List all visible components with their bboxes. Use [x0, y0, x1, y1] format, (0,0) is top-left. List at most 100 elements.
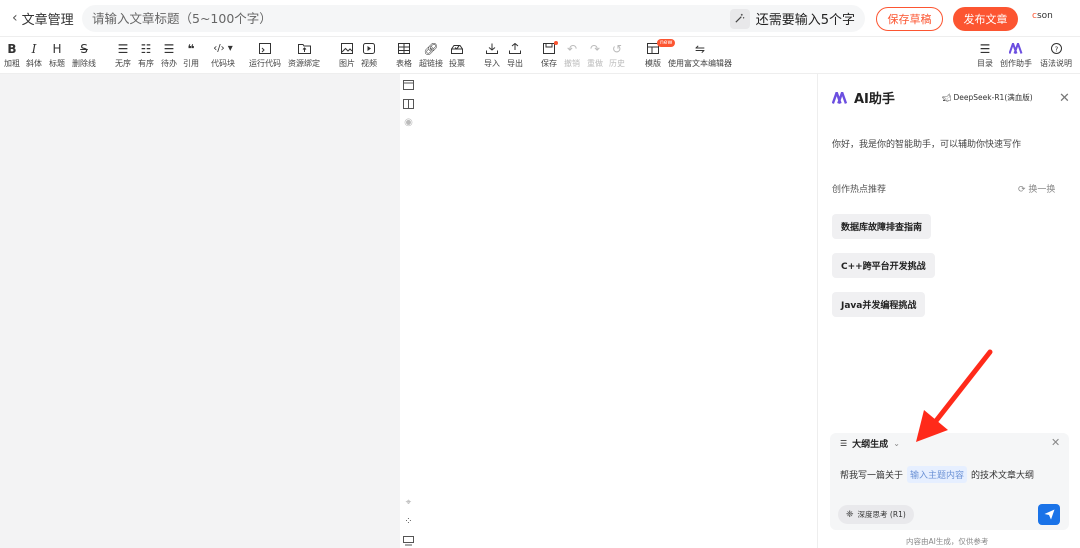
todo-list-icon: ☰ [163, 41, 175, 56]
bold-icon: B [7, 41, 17, 56]
italic-button[interactable]: I 斜体 [26, 41, 42, 69]
code-icon: ‹/› ▾ [213, 43, 233, 54]
assistant-button[interactable]: 创作助手 [1000, 41, 1032, 69]
whale-icon: 🐋︎ [942, 93, 952, 102]
video-button[interactable]: 视频 [361, 41, 377, 69]
unordered-list-button[interactable]: ☰ 无序 [115, 41, 131, 69]
prompt-composer: ☰ 大纲生成 ⌄ ✕ 帮我写一篇关于 输入主题内容 的技术文章大纲 ❈ 深度思考… [830, 433, 1069, 530]
prompt-text[interactable]: 帮我写一篇关于 输入主题内容 的技术文章大纲 [840, 466, 1034, 483]
table-icon [398, 41, 410, 56]
resource-bind-button[interactable]: 资源绑定 [288, 41, 320, 69]
export-button[interactable]: 导出 [507, 41, 523, 69]
preview-pane [400, 74, 817, 548]
rich-editor-button[interactable]: ⇋ 使用富文本编辑器 [668, 41, 732, 69]
ai-logo-icon [1008, 41, 1024, 56]
mode-label: 大纲生成 [852, 440, 889, 450]
vote-icon [451, 41, 463, 56]
unordered-list-icon: ☰ [117, 41, 129, 56]
run-code-button[interactable]: 运行代码 [249, 41, 281, 69]
video-icon [363, 41, 375, 56]
redo-icon: ↷ [589, 41, 601, 56]
title-field-wrapper: 还需要输入5个字 [82, 5, 865, 32]
ordered-list-button[interactable]: ☷ 有序 [138, 41, 154, 69]
template-icon: new [647, 39, 676, 56]
todo-list-button[interactable]: ☰ 待办 [161, 41, 177, 69]
ai-logo-icon [832, 91, 848, 104]
vote-button[interactable]: 投票 [449, 41, 465, 69]
redo-button[interactable]: ↷ 重做 [587, 41, 603, 69]
toc-icon: ☰ [979, 41, 991, 56]
syntax-help-button[interactable]: ? 语法说明 [1040, 41, 1072, 69]
history-button[interactable]: ↺ 历史 [609, 41, 625, 69]
chevron-left-icon: ‹ [12, 10, 18, 26]
layout-split-icon[interactable] [402, 97, 415, 110]
deep-think-toggle[interactable]: ❈ 深度思考 (R1) [838, 505, 914, 524]
ai-greeting: 你好，我是你的智能助手，可以辅助你快速写作 [832, 140, 1022, 150]
undo-icon: ↶ [566, 41, 578, 56]
run-code-icon [259, 41, 271, 56]
heading-icon: H [52, 41, 62, 56]
import-button[interactable]: 导入 [484, 41, 500, 69]
upload-icon [509, 41, 521, 56]
model-name: DeepSeek-R1(满血版) [953, 93, 1033, 102]
code-block-button[interactable]: ‹/› ▾ 代码块 [211, 41, 235, 69]
template-button[interactable]: new 模版 [645, 39, 676, 69]
toc-button[interactable]: ☰ 目录 [977, 41, 993, 69]
csdn-logo: cson [1032, 11, 1053, 21]
chevron-down-icon: ⌄ [893, 439, 900, 448]
quote-icon: ❝ [187, 41, 195, 56]
grid-dots-icon[interactable]: ⁘ [402, 515, 415, 528]
close-icon[interactable]: ✕ [1059, 91, 1070, 106]
download-icon [486, 41, 498, 56]
strikethrough-icon: S [80, 41, 88, 56]
undo-button[interactable]: ↶ 撤销 [564, 41, 580, 69]
magic-wand-icon[interactable] [729, 8, 750, 29]
strikethrough-button[interactable]: S 删除线 [72, 41, 96, 69]
markdown-editor-pane[interactable] [0, 74, 400, 548]
history-icon: ↺ [611, 41, 623, 56]
save-icon [543, 41, 558, 56]
refresh-button[interactable]: ⟳ 换一换 [1018, 182, 1055, 195]
heading-button[interactable]: H 标题 [49, 41, 65, 69]
save-draft-button[interactable]: 保存草稿 [876, 7, 943, 31]
ordered-list-icon: ☷ [140, 41, 152, 56]
hot-topic-chip[interactable]: Java并发编程挑战 [832, 292, 926, 317]
table-button[interactable]: 表格 [396, 41, 412, 69]
send-button[interactable] [1038, 504, 1060, 525]
folder-upload-icon [297, 41, 311, 56]
ai-panel-header: AI助手 [832, 88, 895, 107]
back-label: 文章管理 [21, 12, 74, 28]
model-selector[interactable]: 🐋︎ DeepSeek-R1(满血版) [942, 92, 1033, 103]
quote-button[interactable]: ❝ 引用 [183, 41, 199, 69]
hot-topic-chip[interactable]: C++跨平台开发挑战 [832, 253, 935, 278]
italic-icon: I [31, 41, 37, 56]
hot-topics-title: 创作热点推荐 [832, 185, 887, 195]
refresh-icon: ⟳ [1018, 185, 1026, 195]
hot-topic-chip[interactable]: 数据库故障排查指南 [832, 214, 932, 239]
help-icon: ? [1050, 41, 1062, 56]
monitor-icon[interactable] [402, 534, 415, 547]
editor-toolbar: B 加粗 I 斜体 H 标题 S 删除线 ☰ 无序 ☷ 有序 ☰ 待办 ❝ 引用 ‹/› ▾ 代码… [0, 37, 1080, 74]
swap-icon: ⇋ [694, 41, 706, 56]
link-icon: 🔗︎ [423, 41, 439, 56]
svg-text:?: ? [1054, 45, 1058, 53]
bold-button[interactable]: B 加粗 [4, 41, 20, 69]
image-button[interactable]: 图片 [339, 41, 355, 69]
topic-placeholder[interactable]: 输入主题内容 [907, 466, 968, 483]
back-button[interactable]: ‹ 文章管理 [0, 9, 82, 28]
ai-assistant-panel: AI助手 🐋︎ DeepSeek-R1(满血版) ✕ 你好，我是你的智能助手，可… [817, 74, 1080, 548]
send-icon [1044, 509, 1054, 520]
ai-disclaimer: 内容由AI生成，仅供参考 [906, 537, 989, 546]
unsaved-dot [554, 41, 558, 45]
red-arrow-annotation [916, 349, 993, 442]
publish-button[interactable]: 发布文章 [953, 7, 1018, 31]
hyperlink-button[interactable]: 🔗︎ 超链接 [419, 41, 443, 69]
layout-single-icon[interactable] [402, 78, 415, 91]
save-button[interactable]: 保存 [541, 41, 558, 69]
locate-icon[interactable]: ⌖ [402, 496, 415, 509]
image-icon [341, 41, 353, 56]
close-icon[interactable]: ✕ [1051, 436, 1060, 449]
eye-icon[interactable]: ◉ [402, 116, 415, 129]
remaining-count: 还需要输入5个字 [755, 13, 855, 28]
title-input[interactable] [92, 11, 730, 26]
